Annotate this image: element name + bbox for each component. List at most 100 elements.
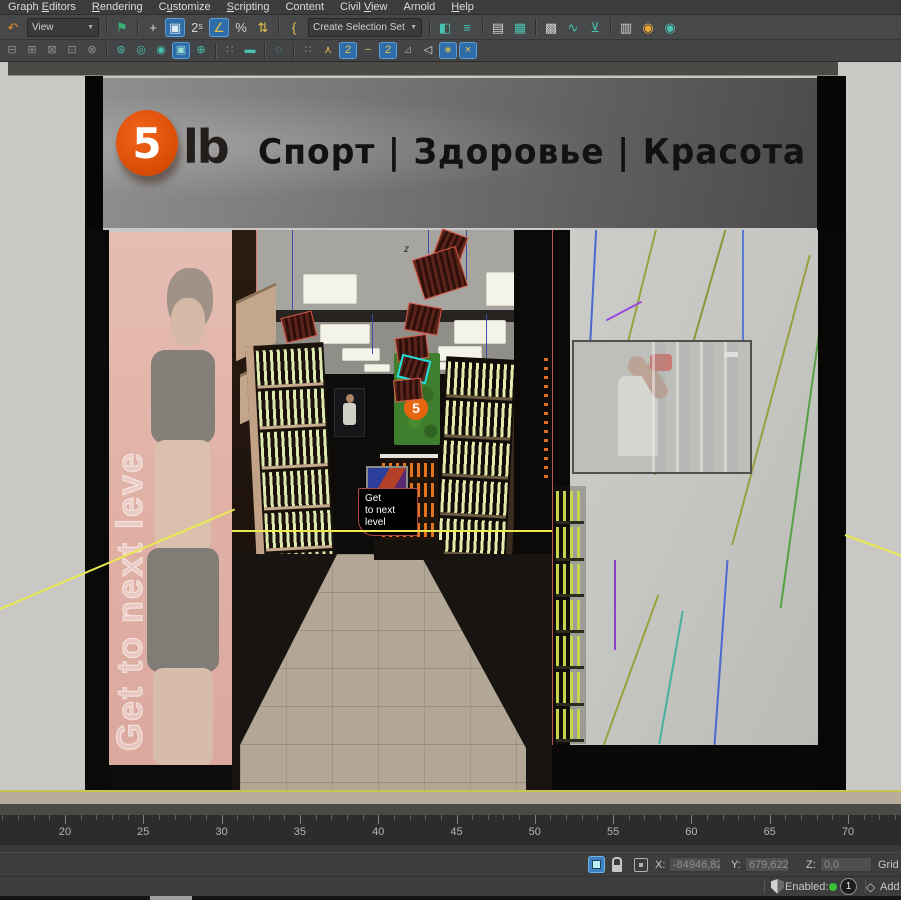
snaps-toolbar: ⊟⊞⊠⊡⊗⊛◎◉▣⊕∷▬◌∷⋏2−2⊿◁∗×: [0, 40, 901, 62]
sign-left-edge: [85, 76, 103, 232]
scene-converter-icon[interactable]: ◇: [866, 877, 875, 896]
use-pivot-center-icon[interactable]: ⚑: [112, 18, 132, 37]
ceiling-light-panel: [342, 348, 380, 361]
menu-rendering[interactable]: Rendering: [84, 0, 151, 15]
snap-x-icon[interactable]: ×: [459, 42, 477, 59]
timeline-tick: [488, 815, 489, 820]
affect-pivot-icon[interactable]: ⊗: [83, 42, 101, 59]
timeline-tick: [582, 815, 583, 820]
toolbar-separator: [264, 43, 265, 59]
align-icon[interactable]: ≡: [457, 18, 477, 37]
reference-coordinate-dropdown[interactable]: View▼: [27, 18, 99, 37]
interior-poster: [334, 388, 365, 437]
poster-slogan: Get to next leve: [109, 246, 151, 751]
named-selection-sets-icon[interactable]: {: [284, 18, 304, 37]
timeline-tick: [143, 815, 144, 824]
interior-sign-line: Get: [365, 493, 417, 505]
notification-count-badge[interactable]: 1: [840, 878, 857, 895]
isolate-selection-toggle[interactable]: [588, 856, 605, 873]
menu-scripting[interactable]: Scripting: [219, 0, 278, 15]
grid-snap-icon[interactable]: ∷: [299, 42, 317, 59]
add-button[interactable]: Add: [880, 877, 900, 896]
snaps-toggle-icon[interactable]: 2ˢ: [187, 18, 207, 37]
unlink-icon[interactable]: ⊞: [23, 42, 41, 59]
link-icon[interactable]: ⊟: [3, 42, 21, 59]
create-selection-set-dropdown[interactable]: Create Selection Set▼: [308, 18, 422, 37]
menu-content[interactable]: Content: [277, 0, 332, 15]
undo-scene-icon[interactable]: ↶: [3, 18, 23, 37]
snap-25d-icon[interactable]: 2: [339, 42, 357, 59]
timeline-tick: [441, 815, 442, 820]
select-and-manipulate-icon[interactable]: ▣: [165, 18, 185, 37]
curve-editor-icon[interactable]: ▩: [541, 18, 561, 37]
pivot-icon[interactable]: ⊡: [63, 42, 81, 59]
cursor-arrow-icon[interactable]: ◁: [419, 42, 437, 59]
snap-segment-icon[interactable]: −: [359, 42, 377, 59]
selection-center-icon[interactable]: ◎: [132, 42, 150, 59]
timeline-track-bar[interactable]: 2025303540455055606570: [0, 815, 901, 846]
y-coord-input[interactable]: 679,622: [745, 857, 789, 872]
timeline-tick: [644, 815, 645, 820]
wireframe-line: [589, 230, 597, 350]
y-coord-label: Y:: [731, 853, 741, 876]
pendant-lamp[interactable]: [404, 302, 442, 335]
x-coord-input[interactable]: -84946,828: [669, 857, 721, 872]
security-shield-icon[interactable]: [771, 879, 784, 894]
timeline-tick: [300, 815, 301, 824]
shelf-row: [556, 600, 584, 633]
menu-help[interactable]: Help: [443, 0, 482, 15]
rendered-frame-icon[interactable]: ◉: [638, 18, 658, 37]
timeline-tick: [425, 815, 426, 820]
viewport-canvas[interactable]: 5 lb Спорт | Здоровье | Красота 5 z Get …: [0, 62, 901, 815]
grid-label: Grid: [878, 853, 899, 876]
select-and-place-icon[interactable]: ⊛: [112, 42, 130, 59]
timeline-tick: [519, 815, 520, 820]
crossing-selection-icon[interactable]: ⊕: [192, 42, 210, 59]
interior-sign-line: to next: [365, 505, 417, 517]
render-setup-icon[interactable]: ▥: [616, 18, 636, 37]
layer-manager-icon[interactable]: ▤: [488, 18, 508, 37]
scene-explorer-icon[interactable]: ▦: [510, 18, 530, 37]
array-circle-icon[interactable]: ◌: [270, 42, 288, 59]
timeline-tick: [65, 815, 66, 824]
shelf-row: [556, 491, 584, 524]
shelf-row: [262, 469, 330, 510]
timeline-tick: [49, 815, 50, 820]
shelf-row: [556, 564, 584, 597]
schematic-view-icon[interactable]: ∿: [563, 18, 583, 37]
timeline-tick: [535, 815, 536, 824]
menu-civil-view[interactable]: Civil View: [332, 0, 396, 15]
timeline-tick: [660, 815, 661, 820]
menu-graph-editors[interactable]: Graph Editors: [0, 0, 84, 15]
snap-2d-icon[interactable]: 2: [379, 42, 397, 59]
menu-customize[interactable]: Customize: [151, 0, 219, 15]
percent-snap-icon[interactable]: %: [231, 18, 251, 37]
material-editor-icon[interactable]: ⊻: [585, 18, 605, 37]
pendant-lamp[interactable]: [393, 378, 423, 403]
timeline-tick: [738, 815, 739, 820]
angle-override-icon[interactable]: ⋏: [319, 42, 337, 59]
angle-snap-icon[interactable]: ∠: [209, 18, 229, 37]
poster-bottom-band: [109, 765, 232, 790]
absolute-mode-icon[interactable]: [634, 858, 648, 872]
z-coord-input[interactable]: 0,0: [820, 857, 872, 872]
main-toolbar: ↶View▼ ⚑ +▣2ˢ∠%⇅ {Create Selection Set▼ ◧≡ ▤▦…: [0, 15, 901, 40]
bind-spacewarp-icon[interactable]: ⊠: [43, 42, 61, 59]
select-and-move-icon[interactable]: +: [143, 18, 163, 37]
timeline-frame-label: 70: [842, 826, 854, 838]
select-region-icon[interactable]: ▣: [172, 42, 190, 59]
render-production-icon[interactable]: ◉: [660, 18, 680, 37]
selection-lock-icon[interactable]: [612, 853, 622, 876]
flag-triangle-icon[interactable]: ⊿: [399, 42, 417, 59]
snap-asterisk-icon[interactable]: ∗: [439, 42, 457, 59]
menu-arnold[interactable]: Arnold: [396, 0, 444, 15]
spinner-snap-icon[interactable]: ⇅: [253, 18, 273, 37]
ruler-tool-icon[interactable]: ▬: [241, 42, 259, 59]
track-bar-strip: [0, 845, 901, 852]
timeline-tick: [331, 815, 332, 820]
timeline-tick: [206, 815, 207, 820]
grid-points-icon[interactable]: ∷: [221, 42, 239, 59]
mirror-icon[interactable]: ◧: [435, 18, 455, 37]
selection-filter-icon[interactable]: ◉: [152, 42, 170, 59]
timeline-frame-label: 60: [685, 826, 697, 838]
